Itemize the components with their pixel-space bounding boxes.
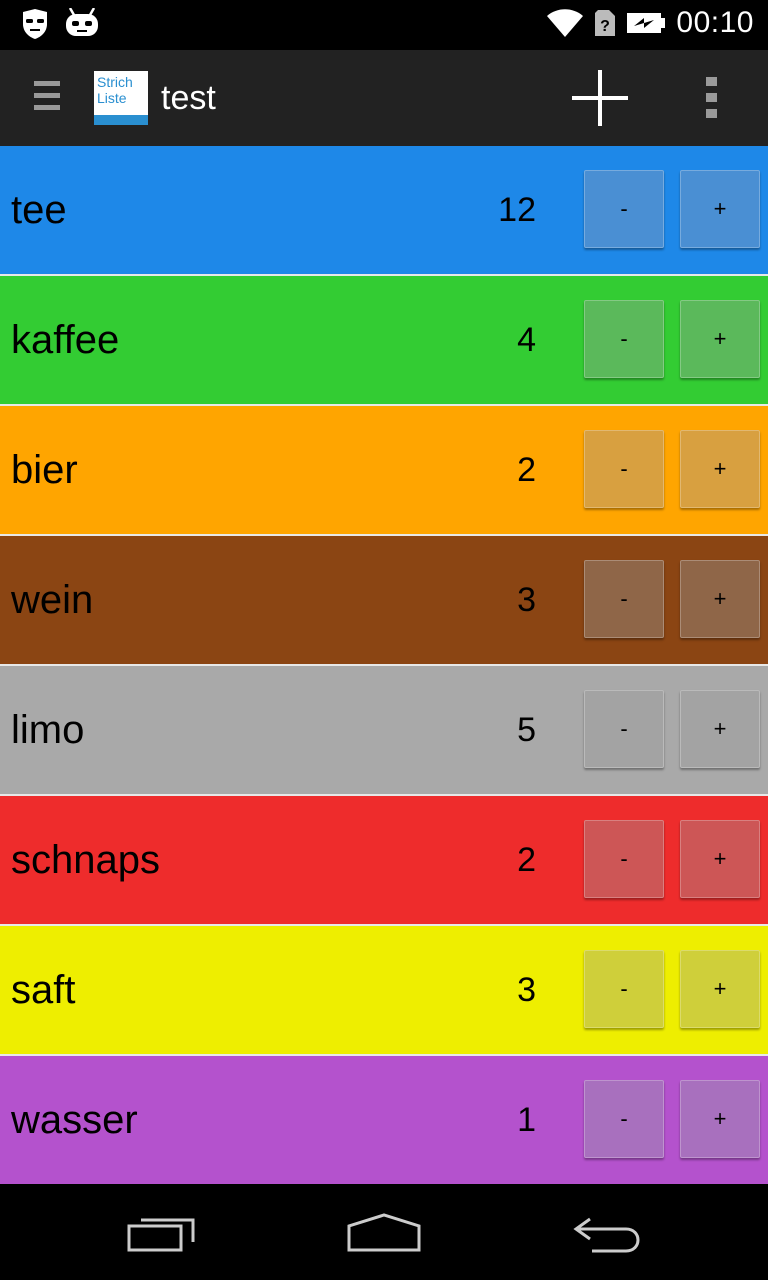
add-icon[interactable]	[572, 70, 628, 126]
navigation-bar	[0, 1184, 768, 1280]
increment-button[interactable]: +	[680, 950, 760, 1028]
increment-button[interactable]: +	[680, 170, 760, 248]
counter-name: wein	[11, 578, 94, 622]
increment-button[interactable]: +	[680, 820, 760, 898]
svg-text:?: ?	[601, 18, 611, 35]
increment-button[interactable]: +	[680, 430, 760, 508]
no-sim-icon: ?	[595, 10, 616, 36]
counter-list: tee 12 - + kaffee 4 - + bier 2 - + wein …	[0, 146, 768, 1184]
counter-value: 3	[517, 971, 536, 1009]
counter-name: tee	[11, 188, 67, 232]
increment-button[interactable]: +	[680, 1080, 760, 1158]
back-icon[interactable]	[572, 1214, 644, 1254]
counter-row-wein: wein 3 - +	[0, 536, 768, 664]
counter-row-tee: tee 12 - +	[0, 146, 768, 274]
decrement-button[interactable]: -	[584, 300, 664, 378]
counter-value: 12	[498, 191, 536, 229]
decrement-button[interactable]: -	[584, 1080, 664, 1158]
counter-value: 1	[517, 1101, 536, 1139]
counter-value: 2	[517, 841, 536, 879]
app-screen: ? 00:10 Strich Liste test tee 12 - + kaf…	[0, 0, 768, 1280]
increment-button[interactable]: +	[680, 690, 760, 768]
counter-value: 3	[517, 581, 536, 619]
logo-stripe	[94, 115, 148, 125]
counter-row-bier: bier 2 - +	[0, 406, 768, 534]
decrement-button[interactable]: -	[584, 820, 664, 898]
recent-apps-icon[interactable]	[126, 1216, 198, 1252]
counter-row-limo: limo 5 - +	[0, 666, 768, 794]
app-logo[interactable]: Strich Liste	[94, 71, 148, 125]
logo-text-liste: Liste	[97, 90, 127, 106]
status-bar-system: ? 00:10	[546, 6, 754, 40]
counter-name: limo	[11, 708, 85, 752]
counter-value: 4	[517, 321, 536, 359]
counter-name: bier	[11, 448, 78, 492]
increment-button[interactable]: +	[680, 300, 760, 378]
counter-row-schnaps: schnaps 2 - +	[0, 796, 768, 924]
counter-name: kaffee	[11, 318, 120, 362]
counter-name: wasser	[11, 1098, 138, 1142]
counter-row-saft: saft 3 - +	[0, 926, 768, 1054]
overflow-menu-icon[interactable]	[700, 77, 724, 119]
counter-name: saft	[11, 968, 76, 1012]
counter-value: 2	[517, 451, 536, 489]
increment-button[interactable]: +	[680, 560, 760, 638]
decrement-button[interactable]: -	[584, 560, 664, 638]
decrement-button[interactable]: -	[584, 950, 664, 1028]
decrement-button[interactable]: -	[584, 430, 664, 508]
status-bar-notifications	[20, 8, 100, 40]
status-bar-clock: 00:10	[676, 6, 754, 39]
action-bar: Strich Liste test	[0, 50, 768, 148]
incognito-icon	[23, 9, 47, 39]
wifi-icon	[547, 9, 584, 37]
counter-row-kaffee: kaffee 4 - +	[0, 276, 768, 404]
status-bar: ? 00:10	[0, 0, 768, 50]
drawer-menu-icon[interactable]	[34, 80, 62, 116]
list-title: test	[161, 79, 216, 117]
home-icon[interactable]	[346, 1212, 422, 1254]
battery-charging-icon	[627, 13, 666, 33]
decrement-button[interactable]: -	[584, 690, 664, 768]
cyanogenmod-android-icon	[66, 8, 98, 36]
counter-value: 5	[517, 711, 536, 749]
counter-row-wasser: wasser 1 - +	[0, 1056, 768, 1184]
decrement-button[interactable]: -	[584, 170, 664, 248]
logo-text-strich: Strich	[97, 74, 133, 90]
counter-name: schnaps	[11, 838, 160, 882]
